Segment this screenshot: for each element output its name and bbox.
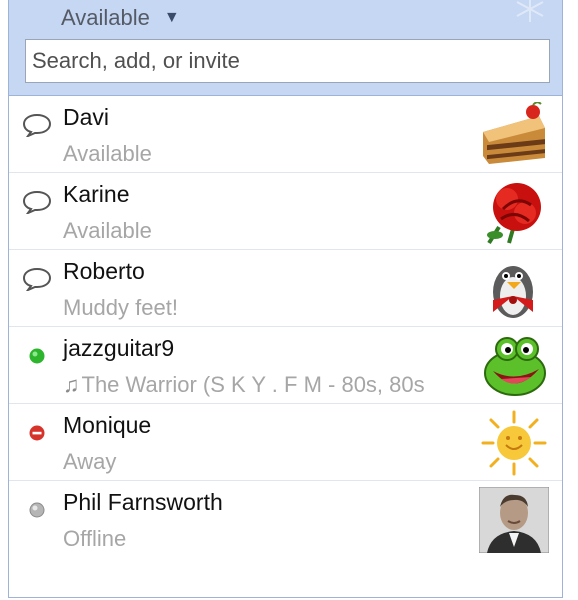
red-busy-icon — [21, 420, 53, 446]
man-photo-avatar — [479, 487, 549, 553]
music-note-icon: ♫ — [63, 372, 80, 397]
contact-name: jazzguitar9 — [63, 335, 175, 361]
sun-avatar — [481, 410, 547, 476]
red-rose-avatar — [487, 183, 541, 245]
contact-status: Away — [63, 449, 117, 474]
contact-status: Offline — [63, 526, 127, 551]
contact-row-jazzguitar9[interactable]: jazzguitar9 ♫The Warrior (S K Y . F M - … — [9, 327, 562, 404]
contact-row-phil-farnsworth[interactable]: Phil Farnsworth Offline — [9, 481, 562, 558]
contact-name: Roberto — [63, 258, 145, 284]
contact-name: Phil Farnsworth — [63, 489, 223, 515]
contact-row-monique[interactable]: Monique Away — [9, 404, 562, 481]
chevron-down-icon: ▼ — [163, 9, 180, 26]
sparkle-icon — [516, 0, 544, 22]
contact-row-davi[interactable]: Davi Available — [9, 96, 562, 173]
search-input[interactable] — [25, 39, 550, 83]
contact-status-music: ♫The Warrior (S K Y . F M - 80s, 80s — [63, 372, 478, 398]
gray-dot-icon — [21, 497, 53, 523]
penguin-avatar — [493, 266, 533, 318]
chat-bubble-icon — [21, 266, 53, 292]
contact-status: Available — [63, 141, 152, 166]
contact-name: Karine — [63, 181, 130, 207]
chat-bubble-icon — [21, 189, 53, 215]
chat-bubble-icon — [21, 112, 53, 138]
contact-name: Monique — [63, 412, 152, 438]
contact-list: Davi Available Karine Available Roberto … — [9, 96, 562, 558]
status-dropdown[interactable]: Available ▼ — [61, 4, 180, 32]
green-dot-icon — [21, 343, 53, 369]
contact-row-karine[interactable]: Karine Available — [9, 173, 562, 250]
cake-avatar — [483, 102, 545, 164]
chat-contact-panel: Available ▼ Davi Available — [8, 0, 563, 598]
status-label: Available — [61, 5, 150, 30]
contact-row-roberto[interactable]: Roberto Muddy feet! — [9, 250, 562, 327]
green-frog-avatar — [484, 337, 546, 396]
header: Available ▼ — [9, 0, 562, 96]
contact-status: Muddy feet! — [63, 295, 178, 320]
contact-name: Davi — [63, 104, 110, 130]
contact-status: Available — [63, 218, 152, 243]
now-playing-text: The Warrior (S K Y . F M - 80s, 80s — [81, 372, 425, 397]
